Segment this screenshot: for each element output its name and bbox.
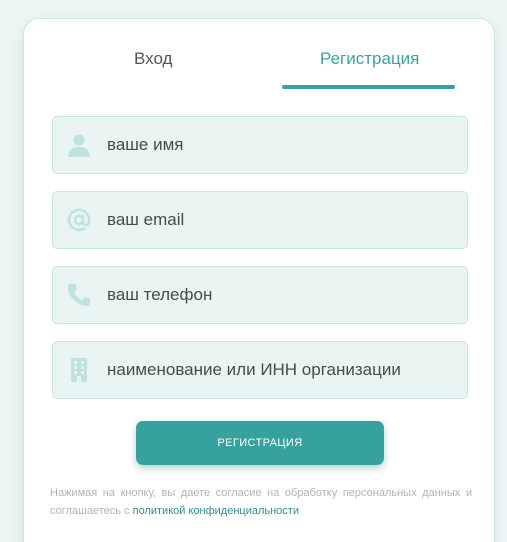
- phone-field-placeholder: ваш телефон: [107, 285, 213, 304]
- page-background: Вход Регистрация ваше имя ваш email ваш …: [0, 0, 507, 542]
- user-icon: [65, 131, 93, 159]
- auth-tabs: Вход Регистрация: [24, 19, 494, 99]
- registration-card: Вход Регистрация ваше имя ваш email ваш …: [23, 18, 495, 542]
- active-tab-indicator: [282, 85, 455, 89]
- email-field[interactable]: ваш email: [52, 191, 468, 249]
- register-button[interactable]: РЕГИСТРАЦИЯ: [136, 421, 384, 465]
- at-sign-icon: [65, 206, 93, 234]
- phone-icon: [65, 281, 93, 309]
- tab-login[interactable]: Вход: [134, 49, 172, 69]
- name-field[interactable]: ваше имя: [52, 116, 468, 174]
- consent-text: Нажимая на кнопку, вы даете согласие на …: [50, 484, 472, 520]
- building-icon: [65, 356, 93, 384]
- email-field-placeholder: ваш email: [107, 210, 185, 229]
- phone-field[interactable]: ваш телефон: [52, 266, 468, 324]
- tab-register[interactable]: Регистрация: [320, 49, 419, 69]
- organization-field[interactable]: наименование или ИНН организации: [52, 341, 468, 399]
- organization-field-placeholder: наименование или ИНН организации: [107, 360, 401, 379]
- name-field-placeholder: ваше имя: [107, 135, 184, 154]
- privacy-policy-link[interactable]: политикой конфиденциальности: [133, 505, 299, 517]
